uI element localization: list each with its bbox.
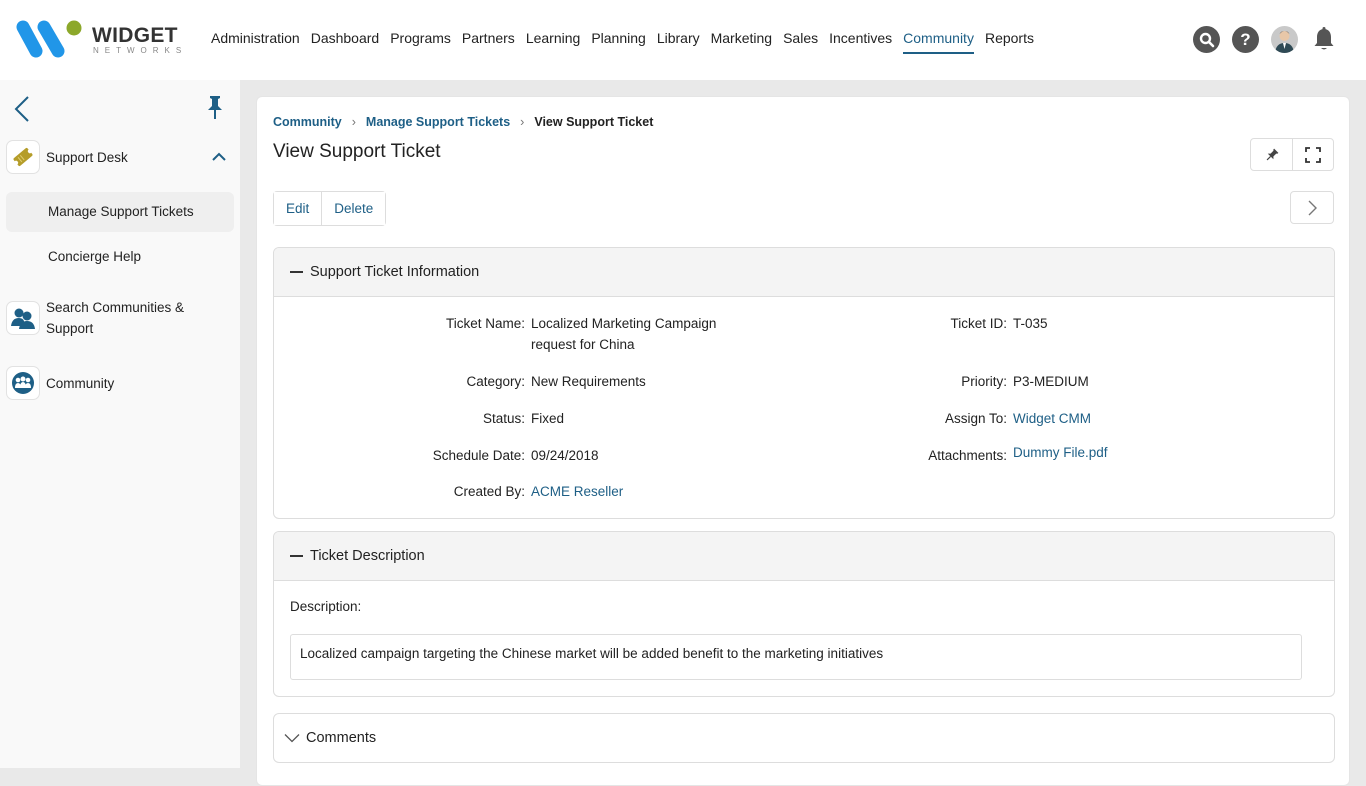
collapse-icon	[290, 555, 303, 557]
nav-library[interactable]: Library	[657, 30, 700, 54]
breadcrumb-separator-icon: ›	[520, 115, 525, 129]
field-value: Localized Marketing Campaign request for…	[531, 316, 717, 352]
assign-to-link[interactable]: Widget CMM	[1013, 408, 1091, 429]
header-actions: ?	[1193, 26, 1337, 53]
ticket-description-panel: Ticket Description Description: Localize…	[273, 531, 1335, 697]
ticket-icon	[6, 140, 40, 174]
pin-icon[interactable]	[205, 94, 225, 125]
field-label: Priority:	[961, 374, 1007, 389]
sidebar-group-label: Community	[46, 375, 115, 391]
panel-title: Support Ticket Information	[310, 264, 480, 280]
field-label: Created By:	[453, 484, 525, 499]
top-bar: WIDGET NETWORKS Administration Dashboard…	[0, 0, 1366, 80]
content-card: Community › Manage Support Tickets › Vie…	[256, 96, 1350, 786]
attachment-link[interactable]: Dummy File.pdf	[1013, 442, 1108, 463]
nav-administration[interactable]: Administration	[211, 30, 300, 54]
brand-logo[interactable]: WIDGET NETWORKS	[14, 18, 181, 62]
people-search-icon	[6, 301, 40, 335]
delete-button[interactable]: Delete	[321, 192, 386, 225]
sidebar-group-label: Search Communities & Support	[46, 300, 185, 336]
bell-icon[interactable]	[1310, 26, 1337, 53]
user-avatar[interactable]	[1271, 26, 1298, 53]
back-chevron-icon[interactable]	[12, 94, 32, 130]
nav-learning[interactable]: Learning	[526, 30, 581, 54]
sidebar: Support Desk Manage Support Tickets Conc…	[0, 80, 240, 768]
main-nav: Administration Dashboard Programs Partne…	[211, 30, 1045, 54]
nav-planning[interactable]: Planning	[591, 30, 646, 54]
page-title: View Support Ticket	[273, 141, 441, 162]
field-label: Category:	[466, 374, 525, 389]
nav-reports[interactable]: Reports	[985, 30, 1034, 54]
community-icon	[6, 366, 40, 400]
chevron-down-icon	[284, 734, 300, 743]
field-value: P3-MEDIUM	[1013, 374, 1089, 389]
brand-name: WIDGET	[92, 24, 178, 47]
panel-title: Ticket Description	[310, 548, 425, 564]
field-value: New Requirements	[531, 374, 646, 389]
chevron-up-icon[interactable]	[211, 150, 227, 168]
field-label: Assign To:	[944, 411, 1007, 426]
breadcrumb-community[interactable]: Community	[273, 115, 342, 129]
field-label: Attachments:	[928, 448, 1007, 463]
panel-title: Comments	[306, 730, 377, 746]
comments-panel-toggle[interactable]: Comments	[273, 713, 1335, 763]
breadcrumb-current: View Support Ticket	[534, 115, 654, 129]
field-value: Fixed	[531, 411, 565, 426]
view-tools	[1250, 138, 1334, 171]
fullscreen-button[interactable]	[1292, 139, 1333, 170]
description-text: Localized campaign targeting the Chinese…	[290, 634, 1302, 680]
field-label: Status:	[482, 411, 525, 426]
panel-header-toggle[interactable]: Support Ticket Information	[274, 248, 1334, 297]
logo-mark-icon	[16, 20, 82, 58]
sidebar-group-label: Support Desk	[46, 149, 128, 165]
sidebar-group-community[interactable]: Community	[6, 366, 114, 400]
breadcrumb: Community › Manage Support Tickets › Vie…	[273, 115, 653, 129]
breadcrumb-separator-icon: ›	[351, 115, 356, 129]
field-label: Schedule Date:	[432, 448, 525, 463]
nav-partners[interactable]: Partners	[462, 30, 515, 54]
edit-button[interactable]: Edit	[274, 192, 322, 225]
search-icon[interactable]	[1193, 26, 1220, 53]
nav-sales[interactable]: Sales	[783, 30, 818, 54]
created-by-link[interactable]: ACME Reseller	[531, 481, 623, 502]
next-record-button[interactable]	[1290, 191, 1334, 224]
nav-incentives[interactable]: Incentives	[829, 30, 892, 54]
record-actions: Edit Delete	[273, 191, 387, 226]
collapse-icon	[290, 271, 303, 273]
field-label: Ticket ID:	[950, 316, 1007, 331]
pin-page-button[interactable]	[1251, 139, 1292, 170]
expand-icon	[1305, 146, 1321, 163]
nav-marketing[interactable]: Marketing	[711, 30, 772, 54]
field-value: 09/24/2018	[531, 448, 599, 463]
sidebar-group-search-communities[interactable]: Search Communities & Support	[6, 297, 206, 339]
sidebar-group-support-desk[interactable]: Support Desk	[6, 140, 128, 174]
breadcrumb-manage-support-tickets[interactable]: Manage Support Tickets	[366, 115, 510, 129]
nav-dashboard[interactable]: Dashboard	[311, 30, 380, 54]
support-ticket-info-panel: Support Ticket Information Ticket Name: …	[273, 247, 1335, 519]
help-icon[interactable]: ?	[1232, 26, 1259, 53]
panel-header-toggle[interactable]: Ticket Description	[274, 532, 1334, 581]
sidebar-item-concierge-help[interactable]: Concierge Help	[6, 237, 234, 277]
field-value: T-035	[1013, 316, 1048, 331]
nav-programs[interactable]: Programs	[390, 30, 451, 54]
sidebar-item-manage-support-tickets[interactable]: Manage Support Tickets	[6, 192, 234, 232]
brand-tagline: NETWORKS	[93, 46, 188, 55]
field-label: Ticket Name:	[445, 316, 525, 331]
pin-icon	[1266, 148, 1278, 160]
chevron-right-icon	[1308, 200, 1317, 215]
nav-community[interactable]: Community	[903, 30, 974, 54]
description-label: Description:	[290, 599, 362, 614]
